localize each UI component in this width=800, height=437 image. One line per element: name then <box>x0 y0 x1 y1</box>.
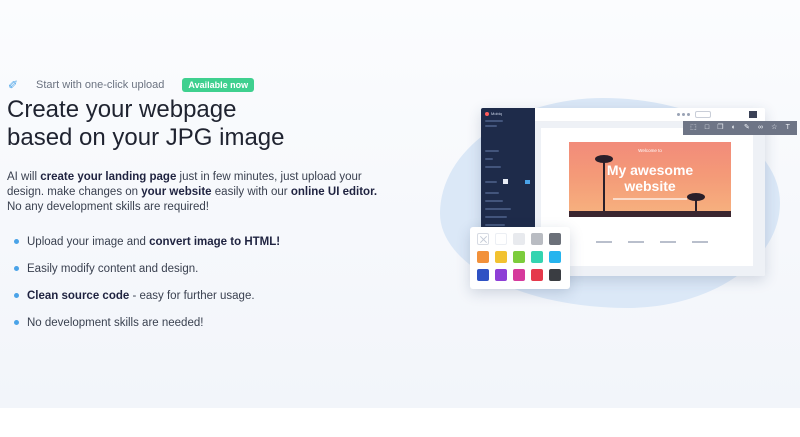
select-icon: ⬚ <box>690 124 697 131</box>
editor-logo: Mobiq <box>485 111 502 116</box>
color-swatch <box>513 269 525 281</box>
ground-silhouette <box>569 211 731 217</box>
feature-plain: Easily modify content and design. <box>27 262 199 275</box>
logo-icon <box>485 111 489 116</box>
color-swatch <box>531 251 543 263</box>
title-line-2: based on your JPG image <box>7 124 285 151</box>
color-swatch <box>495 233 507 245</box>
canvas-page: Welcome to My awesome website <box>541 128 753 266</box>
hero-image: Welcome to My awesome website <box>569 142 731 217</box>
link-icon: ∞ <box>758 124 764 131</box>
list-item: Upload your image and convert image to H… <box>14 228 280 255</box>
list-item: Clean source code - easy for further usa… <box>14 282 280 309</box>
eyebrow-text: Start with one-click upload <box>36 79 165 91</box>
intro-bold-3: online UI editor. <box>290 186 378 198</box>
layout-icon: □ <box>704 124 710 131</box>
bullet-icon <box>14 239 19 244</box>
hero-subtitle-line <box>613 198 687 200</box>
feature-text: No development skills are needed! <box>27 317 203 329</box>
intro-text-3: easily with our <box>211 186 291 198</box>
intro-bold-2: your website <box>141 186 212 198</box>
editor-topbar <box>535 108 765 122</box>
sidebar-line <box>485 224 505 226</box>
bullet-icon <box>14 293 19 298</box>
brush-icon: ✎ <box>744 124 750 131</box>
sidebar-swatch <box>503 179 508 184</box>
bullet-icon <box>14 320 19 325</box>
feature-text: Upload your image and convert image to H… <box>27 236 280 248</box>
device-icons <box>677 113 690 116</box>
color-swatch <box>513 233 525 245</box>
feature-bold: Clean source code <box>27 289 130 302</box>
intro-text-1: AI will <box>7 171 41 183</box>
intro-text-4: No any development skills are required! <box>7 201 209 213</box>
sidebar-line <box>485 200 503 202</box>
sidebar-line <box>485 192 499 194</box>
feature-bold: convert image to HTML! <box>149 235 281 248</box>
sidebar-line <box>485 166 501 168</box>
sidebar-line <box>485 120 503 122</box>
list-item: Easily modify content and design. <box>14 255 280 282</box>
color-swatch <box>495 251 507 263</box>
color-swatch <box>513 251 525 263</box>
sidebar-line <box>485 150 499 152</box>
rocket-icon: ✐ <box>8 78 19 92</box>
no-color-swatch <box>477 233 489 245</box>
color-swatch <box>477 251 489 263</box>
color-swatch <box>531 233 543 245</box>
editor-logo-text: Mobiq <box>491 111 502 116</box>
color-palette <box>470 227 570 289</box>
sidebar-line <box>485 208 511 210</box>
sidebar-toggle <box>525 180 530 184</box>
bullet-icon <box>14 266 19 271</box>
hero-welcome: Welcome to <box>638 148 662 153</box>
color-swatch <box>531 269 543 281</box>
color-swatch <box>477 269 489 281</box>
color-swatch <box>549 251 561 263</box>
hero-title-line-1: My awesome <box>606 162 694 178</box>
color-swatch <box>549 269 561 281</box>
paint-icon: ◐ <box>731 124 736 131</box>
sidebar-line <box>485 125 497 127</box>
copy-icon: ❐ <box>717 124 724 131</box>
sidebar-line <box>485 216 507 218</box>
star-icon: ☆ <box>771 124 778 131</box>
element-toolbar: ⬚ □ ❐ ◐ ✎ ∞ ☆ T <box>683 121 797 135</box>
zoom-control <box>695 111 711 118</box>
available-badge: Available now <box>182 78 255 92</box>
eyebrow: ✐ Start with one-click upload Available … <box>8 78 255 92</box>
feature-plain: Upload your image and <box>27 235 150 248</box>
color-swatch <box>549 233 561 245</box>
title-line-1: Create your webpage <box>7 96 237 123</box>
next-section <box>0 408 800 437</box>
feature-plain: - easy for further usage. <box>129 289 255 302</box>
intro-paragraph: AI will create your landing page just in… <box>7 170 387 215</box>
list-item: No development skills are needed! <box>14 309 280 336</box>
intro-bold-1: create your landing page <box>40 171 177 183</box>
feature-text: Easily modify content and design. <box>27 263 198 275</box>
feature-list: Upload your image and convert image to H… <box>14 228 280 336</box>
page-links <box>596 241 708 243</box>
color-swatch <box>495 269 507 281</box>
text-icon: T <box>785 124 790 131</box>
page-title: Create your webpage based on your JPG im… <box>7 96 347 152</box>
feature-plain: No development skills are needed! <box>27 316 204 329</box>
feature-text: Clean source code - easy for further usa… <box>27 290 255 302</box>
hero-title: My awesome website <box>569 162 731 194</box>
sidebar-line <box>485 158 493 160</box>
hero-title-line-2: website <box>624 178 676 194</box>
sidebar-line <box>485 181 497 183</box>
preview-icon <box>749 111 757 118</box>
